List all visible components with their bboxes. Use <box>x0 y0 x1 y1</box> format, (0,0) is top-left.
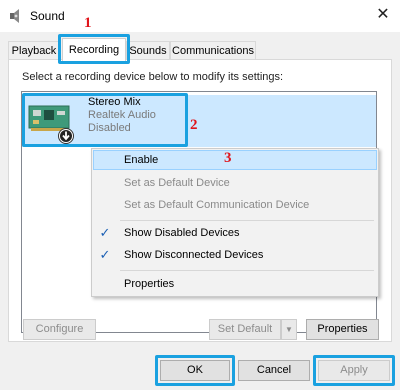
highlight-apply-button <box>313 355 395 386</box>
menu-separator <box>120 220 374 221</box>
tab-recording[interactable]: Recording <box>62 38 126 61</box>
speaker-icon <box>8 8 24 24</box>
menu-item-set-default-communication-device[interactable]: Set as Default Communication Device <box>124 195 309 215</box>
menu-item-set-default-device[interactable]: Set as Default Device <box>124 173 230 193</box>
highlight-device <box>22 93 188 147</box>
check-icon: ✓ <box>99 247 111 262</box>
menu-item-show-disconnected-devices[interactable]: Show Disconnected Devices <box>124 245 263 265</box>
check-icon: ✓ <box>99 225 111 240</box>
chevron-down-icon[interactable]: ▼ <box>281 319 297 340</box>
step-number-3: 3 <box>224 150 232 166</box>
menu-item-enable[interactable]: Enable <box>124 150 158 170</box>
properties-button[interactable]: Properties <box>306 319 379 340</box>
tab-sounds[interactable]: Sounds <box>126 41 170 59</box>
menu-separator <box>120 270 374 271</box>
highlight-ok-button <box>155 355 235 386</box>
tab-playback[interactable]: Playback <box>8 41 60 59</box>
step-number-2: 2 <box>190 117 198 133</box>
menu-item-properties[interactable]: Properties <box>124 274 174 294</box>
instruction-text: Select a recording device below to modif… <box>22 71 284 83</box>
tab-communications[interactable]: Communications <box>170 41 256 59</box>
close-icon[interactable]: ✕ <box>374 6 392 24</box>
window-title: Sound <box>30 9 65 23</box>
cancel-button[interactable]: Cancel <box>238 360 310 381</box>
set-default-button[interactable]: Set Default <box>209 319 281 340</box>
configure-button[interactable]: Configure <box>23 319 96 340</box>
menu-item-show-disabled-devices[interactable]: Show Disabled Devices <box>124 223 240 243</box>
step-number-1: 1 <box>84 15 92 31</box>
